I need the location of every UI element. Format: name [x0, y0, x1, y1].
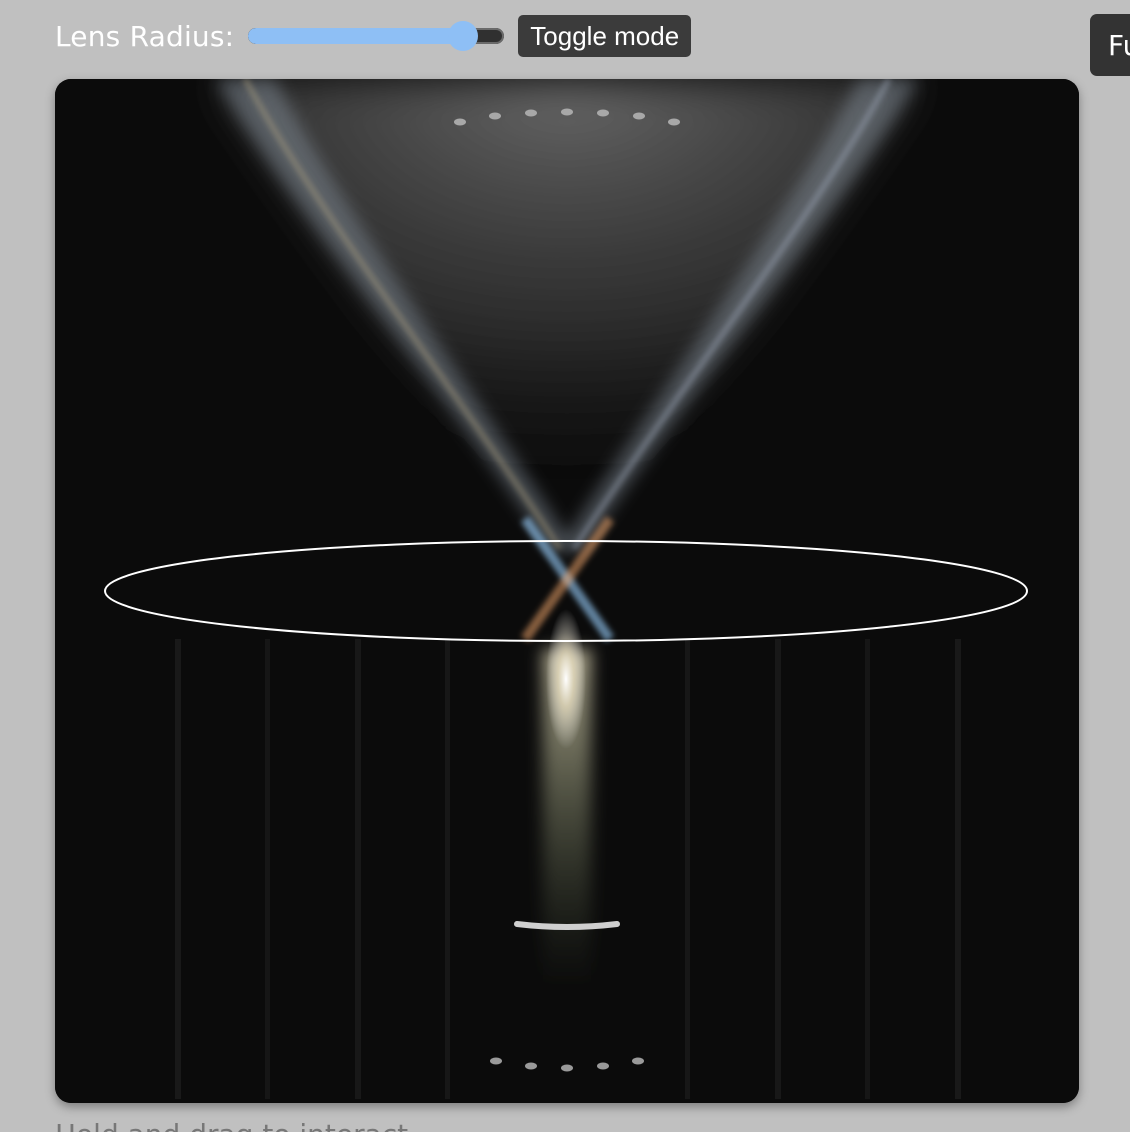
page-root: Lens Radius: Toggle mode Fu [0, 0, 1130, 1132]
fullscreen-button[interactable]: Fu [1090, 14, 1130, 76]
controls-bar: Lens Radius: Toggle mode [55, 14, 692, 58]
slider-fill [248, 28, 464, 44]
lens-radius-slider[interactable] [248, 21, 505, 51]
hint-caption: Hold and drag to interact [55, 1118, 408, 1132]
sensor-arc[interactable] [514, 921, 620, 930]
focus-point [546, 609, 586, 749]
lens-canvas[interactable] [55, 79, 1079, 1103]
lens-visualization [55, 79, 1079, 1103]
lens-radius-label: Lens Radius: [55, 19, 235, 53]
slider-thumb[interactable] [448, 21, 479, 51]
toggle-mode-button[interactable]: Toggle mode [518, 15, 692, 57]
